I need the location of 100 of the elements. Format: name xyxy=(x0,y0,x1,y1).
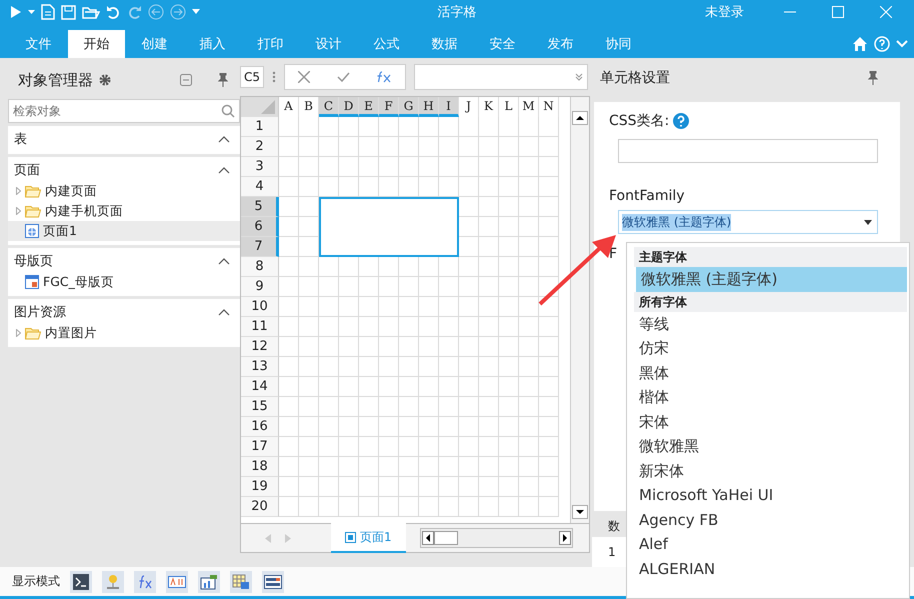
tree-item[interactable]: 页面1 xyxy=(8,221,240,241)
table-button[interactable] xyxy=(230,570,252,592)
caret-icon[interactable] xyxy=(28,10,35,14)
scroll-down-icon[interactable] xyxy=(572,505,588,519)
collapse-icon[interactable] xyxy=(180,74,192,86)
new-document-icon[interactable] xyxy=(41,4,55,20)
font-family-dropdown[interactable]: 微软雅黑 (主题字体) xyxy=(618,210,878,234)
open-folder-icon[interactable] xyxy=(82,4,100,20)
column-header[interactable]: D xyxy=(339,97,359,117)
column-header[interactable]: K xyxy=(479,97,499,117)
scroll-right-icon[interactable] xyxy=(559,531,571,545)
font-option[interactable]: Agency FB xyxy=(634,508,907,532)
row-header[interactable]: 3 xyxy=(241,157,279,177)
scroll-left-icon[interactable] xyxy=(422,531,434,545)
column-header[interactable]: E xyxy=(359,97,379,117)
redo-icon[interactable] xyxy=(127,4,142,20)
formula-button[interactable] xyxy=(134,570,156,592)
tree-item[interactable]: 内置图片 xyxy=(8,323,240,343)
function-icon[interactable] xyxy=(376,71,392,83)
row-header[interactable]: 15 xyxy=(241,397,279,417)
tree-item[interactable]: FGC_母版页 xyxy=(8,272,240,292)
form-button[interactable] xyxy=(262,570,284,592)
font-option[interactable]: 等线 xyxy=(634,312,907,336)
terminal-button[interactable] xyxy=(70,570,92,592)
font-option[interactable]: 微软雅黑 xyxy=(634,434,907,458)
column-header[interactable]: G xyxy=(399,97,419,117)
row-header[interactable]: 19 xyxy=(241,477,279,497)
tree-item[interactable]: 内建手机页面 xyxy=(8,201,240,221)
column-header[interactable]: L xyxy=(499,97,519,117)
more-icon[interactable] xyxy=(272,71,276,83)
caret-icon[interactable] xyxy=(192,9,200,15)
scrollbar-thumb[interactable] xyxy=(434,531,458,545)
row-header[interactable]: 6 xyxy=(241,217,279,237)
dropdown-arrow-icon[interactable] xyxy=(864,220,872,224)
help-icon[interactable] xyxy=(874,36,890,52)
search-field[interactable]: 检索对象 xyxy=(8,99,240,123)
pin-icon[interactable] xyxy=(868,71,878,85)
save-icon[interactable] xyxy=(61,4,76,20)
expand-icon[interactable] xyxy=(575,73,583,81)
font-option[interactable]: 微软雅黑 (主题字体) xyxy=(636,267,907,292)
chevron-icon[interactable] xyxy=(218,258,230,264)
row-header[interactable]: 10 xyxy=(241,297,279,317)
back-icon[interactable] xyxy=(148,4,164,20)
vertical-scrollbar[interactable] xyxy=(570,97,589,523)
user-button[interactable] xyxy=(102,570,124,592)
cancel-icon[interactable] xyxy=(298,71,310,83)
chart-button[interactable] xyxy=(198,570,220,592)
help-icon[interactable] xyxy=(673,113,690,129)
column-header[interactable]: F xyxy=(379,97,399,117)
row-header[interactable]: 8 xyxy=(241,257,279,277)
row-header[interactable]: 12 xyxy=(241,337,279,357)
font-option[interactable]: 新宋体 xyxy=(634,458,907,483)
row-header[interactable]: 7 xyxy=(241,237,279,257)
column-header[interactable]: J xyxy=(459,97,479,117)
row-header[interactable]: 11 xyxy=(241,317,279,337)
font-option[interactable]: 仿宋 xyxy=(634,336,907,360)
column-header[interactable]: C xyxy=(319,97,339,117)
tree-item[interactable]: 内建页面 xyxy=(8,181,240,201)
column-header[interactable]: H xyxy=(419,97,439,117)
font-option[interactable]: 宋体 xyxy=(634,410,907,434)
font-option[interactable]: 黑体 xyxy=(634,360,907,385)
column-header[interactable]: M xyxy=(519,97,539,117)
row-header[interactable]: 1 xyxy=(241,117,279,137)
close-icon[interactable] xyxy=(880,6,892,18)
forward-icon[interactable] xyxy=(170,4,186,20)
sheet-tab[interactable]: 页面1 xyxy=(331,523,406,553)
ribbon-tab[interactable]: 开始 xyxy=(68,30,125,58)
chevron-icon[interactable] xyxy=(218,166,230,174)
chevron-icon[interactable] xyxy=(218,308,230,316)
row-header[interactable]: 13 xyxy=(241,357,279,377)
expand-arrow-icon[interactable] xyxy=(16,329,21,337)
expand-arrow-icon[interactable] xyxy=(16,187,21,195)
font-option[interactable]: ALGERIAN xyxy=(634,556,907,581)
cell-reference[interactable]: C5 xyxy=(240,66,264,88)
undo-icon[interactable] xyxy=(106,4,121,20)
column-header[interactable]: A xyxy=(279,97,299,117)
expand-arrow-icon[interactable] xyxy=(16,207,21,215)
row-header[interactable]: 2 xyxy=(241,137,279,157)
text-field[interactable] xyxy=(618,139,878,163)
row-header[interactable]: 18 xyxy=(241,457,279,477)
row-header[interactable]: 9 xyxy=(241,277,279,297)
textbox-button[interactable] xyxy=(166,570,188,592)
cell-selection[interactable] xyxy=(319,197,459,257)
row-header[interactable]: 20 xyxy=(241,497,279,517)
home-icon[interactable] xyxy=(852,36,868,52)
chevron-icon[interactable] xyxy=(218,136,230,142)
row-header[interactable]: 14 xyxy=(241,377,279,397)
chevron-down-icon[interactable] xyxy=(896,40,908,48)
maximize-icon[interactable] xyxy=(832,6,844,18)
search-icon[interactable] xyxy=(221,104,235,118)
column-header[interactable]: N xyxy=(539,97,559,117)
row-header[interactable]: 17 xyxy=(241,437,279,457)
play-icon[interactable] xyxy=(10,5,22,19)
scroll-up-icon[interactable] xyxy=(572,111,588,125)
row-header[interactable]: 5 xyxy=(241,197,279,217)
column-header[interactable]: I xyxy=(439,97,459,117)
font-option[interactable]: 楷体 xyxy=(634,385,907,410)
font-option[interactable]: Microsoft YaHei UI xyxy=(634,483,907,508)
pin-icon[interactable] xyxy=(218,73,228,87)
row-header[interactable]: 4 xyxy=(241,177,279,197)
